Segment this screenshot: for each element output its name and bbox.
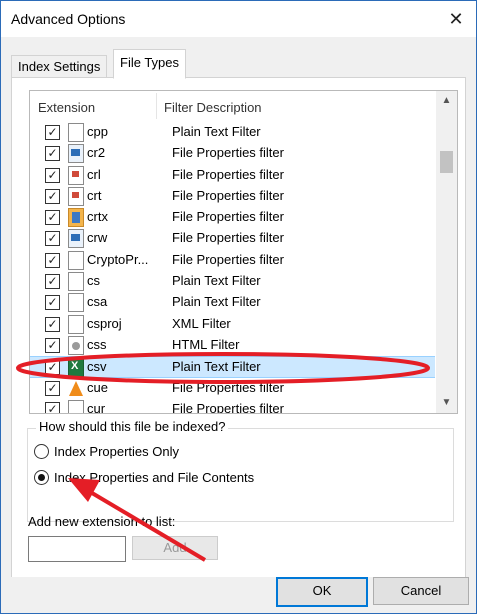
row-checkbox[interactable]: ✓ bbox=[45, 316, 60, 332]
list-item[interactable]: ✓ cur File Properties filter bbox=[30, 399, 435, 414]
list-item[interactable]: ✓ CryptoPr... File Properties filter bbox=[30, 250, 435, 271]
file-type-list[interactable]: Extension Filter Description ✓ cpp Plain T… bbox=[29, 90, 458, 414]
extension-cell: cue bbox=[87, 379, 108, 395]
extension-cell: csv bbox=[87, 359, 107, 375]
image-file-icon bbox=[68, 144, 84, 164]
scroll-down-icon[interactable]: ▼ bbox=[436, 393, 457, 413]
list-item[interactable]: ✓ cue File Properties filter bbox=[30, 378, 435, 399]
window-title: Advanced Options bbox=[11, 11, 126, 27]
extension-cell: crt bbox=[87, 187, 102, 203]
scroll-up-icon[interactable]: ▲ bbox=[436, 91, 457, 111]
index-properties-and-contents-radio[interactable] bbox=[34, 470, 49, 485]
row-checkbox[interactable]: ✓ bbox=[45, 360, 60, 376]
document-icon bbox=[68, 314, 84, 334]
image-file-icon bbox=[68, 229, 84, 249]
list-item[interactable]: ✓ cpp Plain Text Filter bbox=[30, 122, 435, 143]
indexing-question: How should this file be indexed? bbox=[36, 419, 229, 434]
filter-description-cell: File Properties filter bbox=[172, 379, 284, 395]
list-item[interactable]: ✓ crt File Properties filter bbox=[30, 186, 435, 207]
index-properties-and-contents-label[interactable]: Index Properties and File Contents bbox=[54, 470, 254, 485]
extension-cell: CryptoPr... bbox=[87, 251, 149, 267]
document-icon bbox=[68, 293, 84, 313]
filter-description-cell: Plain Text Filter bbox=[172, 273, 261, 289]
list-item[interactable]: ✓ csproj XML Filter bbox=[30, 314, 435, 335]
extension-cell: csa bbox=[87, 294, 108, 310]
extension-cell: crtx bbox=[87, 209, 108, 225]
row-checkbox[interactable]: ✓ bbox=[45, 337, 60, 353]
title-bar: Advanced Options ✕ bbox=[1, 1, 476, 37]
scroll-thumb[interactable] bbox=[440, 151, 453, 173]
filter-description-cell: File Properties filter bbox=[172, 145, 284, 161]
file-types-panel: Extension Filter Description ✓ cpp Plain T… bbox=[11, 77, 466, 589]
extension-cell: cur bbox=[87, 400, 106, 414]
extension-cell: crw bbox=[87, 230, 108, 246]
vlc-cone-icon bbox=[68, 379, 83, 396]
row-checkbox[interactable]: ✓ bbox=[45, 188, 60, 204]
row-checkbox[interactable]: ✓ bbox=[45, 401, 60, 413]
filter-description-cell: Plain Text Filter bbox=[172, 124, 261, 139]
document-icon bbox=[68, 123, 84, 142]
row-checkbox[interactable]: ✓ bbox=[45, 274, 60, 290]
list-item[interactable]: ✓ css HTML Filter bbox=[30, 335, 435, 356]
row-checkbox[interactable]: ✓ bbox=[45, 210, 60, 226]
filter-description-cell: Plain Text Filter bbox=[172, 294, 261, 310]
add-extension-input[interactable] bbox=[28, 536, 126, 562]
filter-description-cell: Plain Text Filter bbox=[172, 359, 261, 375]
filter-description-cell: XML Filter bbox=[172, 315, 231, 331]
dialog-body: Index Settings File Types Extension Filt… bbox=[1, 37, 476, 589]
add-extension-button[interactable]: Add bbox=[132, 536, 218, 560]
document-icon bbox=[68, 250, 84, 270]
list-item[interactable]: ✓ crtx File Properties filter bbox=[30, 207, 435, 228]
index-properties-only-label[interactable]: Index Properties Only bbox=[54, 444, 179, 459]
tab-index-settings[interactable]: Index Settings bbox=[11, 55, 108, 78]
row-checkbox[interactable]: ✓ bbox=[45, 231, 60, 247]
list-item[interactable]: ✓ csv Plain Text Filter bbox=[30, 356, 435, 378]
row-checkbox[interactable]: ✓ bbox=[45, 167, 60, 183]
filter-column-header[interactable]: Filter Description bbox=[164, 100, 262, 115]
extension-cell: cs bbox=[87, 273, 100, 289]
settings-file-icon bbox=[68, 335, 84, 355]
list-item[interactable]: ✓ csa Plain Text Filter bbox=[30, 292, 435, 313]
extension-column-header[interactable]: Extension bbox=[38, 100, 95, 115]
extension-cell: css bbox=[87, 336, 107, 352]
add-extension-label: Add new extension to list: bbox=[28, 514, 176, 529]
chart-template-icon bbox=[68, 208, 84, 228]
tab-file-types[interactable]: File Types bbox=[113, 49, 187, 79]
certificate-file-icon bbox=[68, 165, 84, 185]
row-checkbox[interactable]: ✓ bbox=[45, 146, 60, 162]
list-item[interactable]: ✓ crl File Properties filter bbox=[30, 165, 435, 186]
extension-cell: cr2 bbox=[87, 145, 106, 161]
filter-description-cell: File Properties filter bbox=[172, 400, 284, 414]
ok-button[interactable]: OK bbox=[276, 577, 368, 607]
column-separator[interactable] bbox=[156, 93, 157, 119]
excel-file-icon bbox=[68, 358, 84, 378]
dialog-footer: OK Cancel bbox=[1, 577, 476, 613]
advanced-options-dialog: Advanced Options ✕ Index Settings File T… bbox=[0, 0, 477, 614]
row-checkbox[interactable]: ✓ bbox=[45, 125, 60, 140]
list-item[interactable]: ✓ cr2 File Properties filter bbox=[30, 143, 435, 164]
list-item[interactable]: ✓ cs Plain Text Filter bbox=[30, 271, 435, 292]
cancel-button[interactable]: Cancel bbox=[373, 577, 469, 605]
filter-description-cell: HTML Filter bbox=[172, 336, 240, 352]
vertical-scrollbar[interactable]: ▲ ▼ bbox=[436, 91, 457, 413]
document-icon bbox=[68, 272, 84, 292]
filter-description-cell: File Properties filter bbox=[172, 166, 284, 182]
close-button[interactable]: ✕ bbox=[444, 7, 468, 31]
filter-description-cell: File Properties filter bbox=[172, 251, 284, 267]
extension-cell: csproj bbox=[87, 315, 122, 331]
list-rows: ✓ cpp Plain Text Filter ✓ cr2 File Properties… bbox=[30, 122, 435, 414]
row-checkbox[interactable]: ✓ bbox=[45, 295, 60, 311]
index-properties-only-radio[interactable] bbox=[34, 444, 49, 459]
extension-cell: crl bbox=[87, 166, 101, 182]
row-checkbox[interactable]: ✓ bbox=[45, 380, 60, 396]
certificate-icon bbox=[68, 186, 84, 206]
list-header: Extension Filter Description bbox=[30, 91, 435, 121]
filter-description-cell: File Properties filter bbox=[172, 209, 284, 225]
filter-description-cell: File Properties filter bbox=[172, 230, 284, 246]
document-icon bbox=[68, 399, 84, 413]
extension-cell: cpp bbox=[87, 124, 108, 139]
row-checkbox[interactable]: ✓ bbox=[45, 252, 60, 268]
filter-description-cell: File Properties filter bbox=[172, 187, 284, 203]
list-item[interactable]: ✓ crw File Properties filter bbox=[30, 228, 435, 249]
